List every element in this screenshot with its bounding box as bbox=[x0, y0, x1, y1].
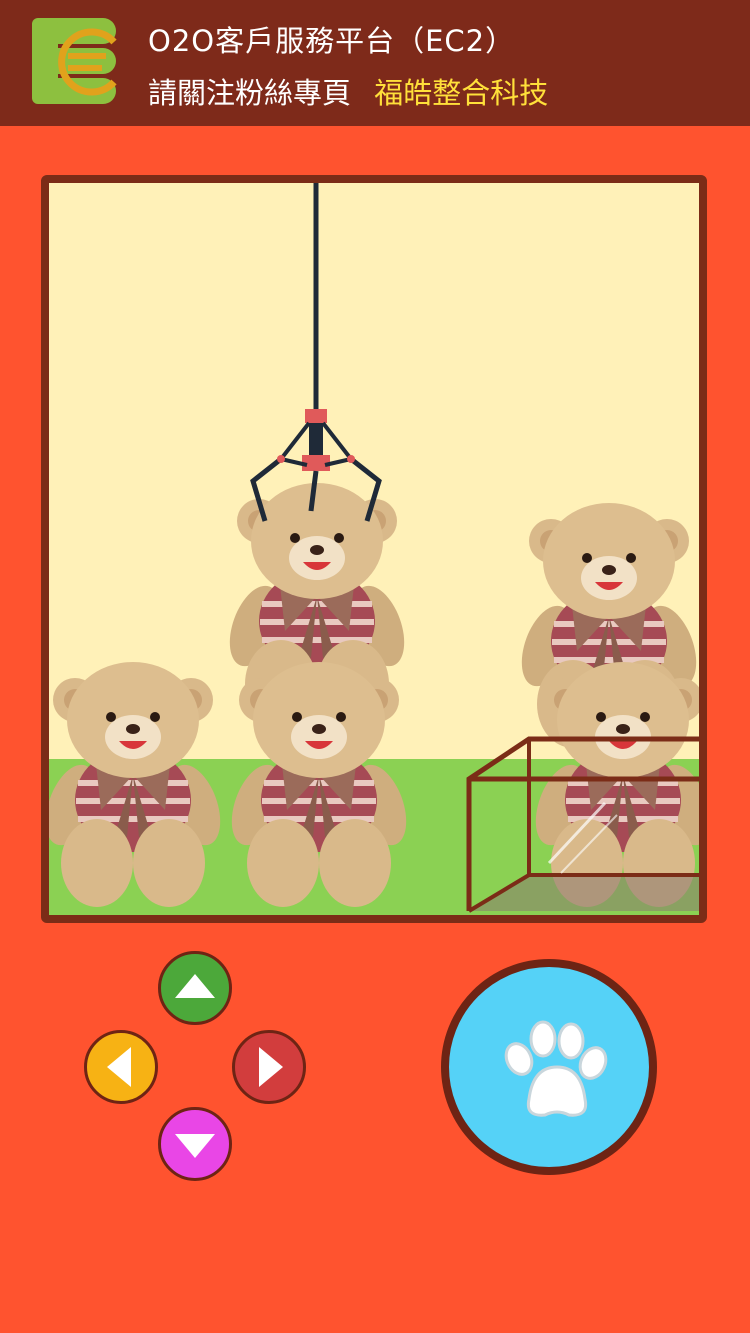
euro-coin-logo-icon bbox=[32, 18, 117, 104]
down-button[interactable] bbox=[158, 1107, 232, 1181]
claw-icon bbox=[250, 183, 382, 522]
fan-page-text: 請關注粉絲專頁 bbox=[148, 76, 352, 110]
header-subtitle: 請關注粉絲專頁 福皓整合科技 bbox=[148, 70, 548, 112]
paw-icon bbox=[504, 1020, 608, 1117]
triangle-left-icon bbox=[107, 1047, 131, 1087]
claw-machine-window bbox=[41, 175, 707, 923]
teddy-bear-prize-5 bbox=[525, 662, 699, 907]
triangle-right-icon bbox=[259, 1047, 283, 1087]
right-button[interactable] bbox=[232, 1030, 306, 1104]
left-button[interactable] bbox=[84, 1030, 158, 1104]
grab-button[interactable] bbox=[441, 959, 657, 1175]
brand-link[interactable]: 福皓整合科技 bbox=[374, 76, 548, 110]
triangle-up-icon bbox=[175, 974, 215, 998]
header-bar: O2O客戶服務平台（EC2） 請關注粉絲專頁 福皓整合科技 bbox=[0, 0, 750, 126]
up-button[interactable] bbox=[158, 951, 232, 1025]
triangle-down-icon bbox=[175, 1134, 215, 1158]
teddy-bear-prize-3 bbox=[49, 662, 231, 907]
page-title: O2O客戶服務平台（EC2） bbox=[148, 24, 516, 58]
